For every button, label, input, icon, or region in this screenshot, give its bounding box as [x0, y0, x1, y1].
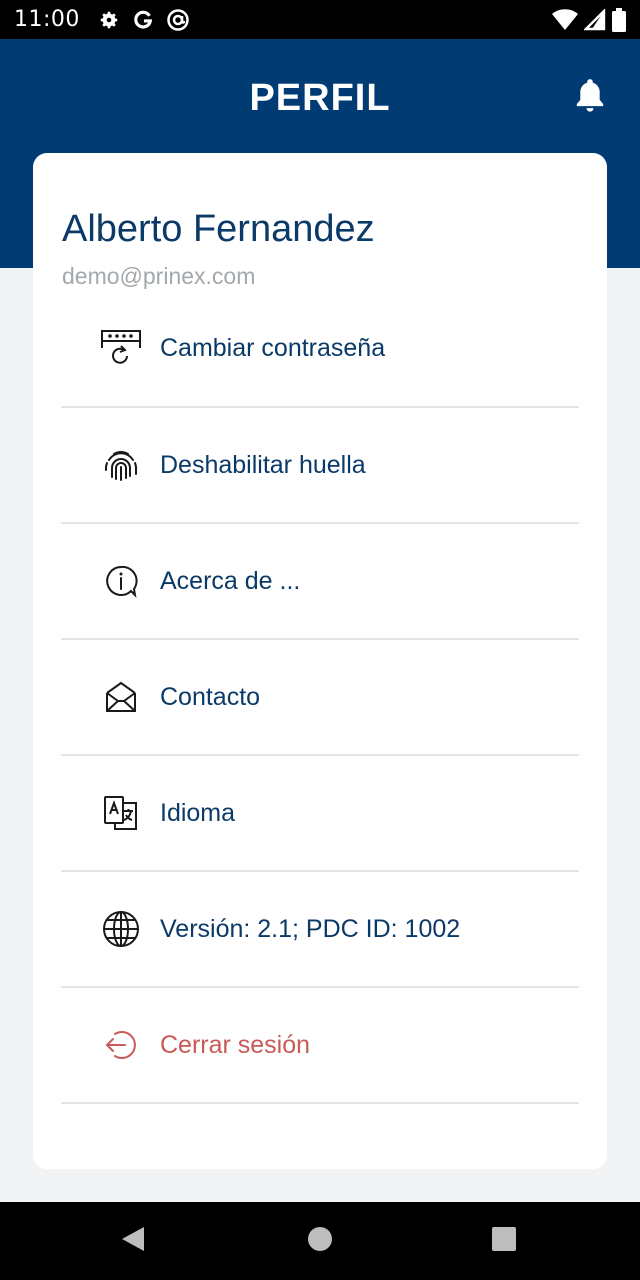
menu-item-label: Contacto	[160, 682, 261, 711]
status-time: 11:00	[14, 7, 80, 32]
menu-item-about[interactable]: Acerca de ...	[61, 524, 579, 640]
globe-icon	[97, 905, 145, 953]
logout-icon	[97, 1021, 145, 1069]
recents-button[interactable]	[474, 1211, 534, 1271]
status-bar: 11:00	[0, 0, 640, 39]
gear-icon	[98, 9, 120, 31]
user-name: Alberto Fernandez	[62, 208, 375, 250]
status-left-icons	[98, 8, 190, 32]
menu-item-contact[interactable]: Contacto	[61, 640, 579, 756]
menu-item-label: Cambiar contraseña	[160, 333, 386, 362]
signal-icon	[584, 8, 606, 31]
bell-icon[interactable]	[573, 77, 607, 118]
google-g-icon	[132, 9, 154, 31]
recents-icon[interactable]	[491, 1226, 517, 1257]
home-icon[interactable]	[307, 1226, 333, 1257]
menu-item-label: Versión: 2.1; PDC ID: 1002	[160, 914, 461, 943]
profile-menu: Cambiar contraseña Deshabilitar huella A…	[61, 290, 579, 1104]
menu-item-label: Deshabilitar huella	[160, 450, 366, 479]
menu-item-logout[interactable]: Cerrar sesión	[61, 988, 579, 1104]
back-button[interactable]	[103, 1211, 163, 1271]
user-email: demo@prinex.com	[62, 263, 256, 289]
menu-item-change-password[interactable]: Cambiar contraseña	[61, 290, 579, 408]
page-title: PERFIL	[249, 77, 391, 119]
translate-icon	[97, 789, 145, 837]
status-right-icons	[552, 7, 626, 32]
profile-card: Alberto Fernandez demo@prinex.com Cambia…	[33, 153, 607, 1169]
menu-item-language[interactable]: Idioma	[61, 756, 579, 872]
home-button[interactable]	[290, 1211, 350, 1271]
menu-item-disable-fingerprint[interactable]: Deshabilitar huella	[61, 408, 579, 524]
back-icon[interactable]	[120, 1225, 146, 1258]
at-sign-icon	[166, 8, 190, 32]
wifi-icon	[552, 8, 578, 31]
menu-item-version: Versión: 2.1; PDC ID: 1002	[61, 872, 579, 988]
info-icon	[97, 557, 145, 605]
menu-item-label: Acerca de ...	[160, 566, 301, 595]
battery-icon	[612, 7, 626, 32]
envelope-icon	[97, 673, 145, 721]
notifications-button[interactable]	[568, 75, 612, 119]
menu-item-label: Idioma	[160, 798, 236, 827]
password-change-icon	[97, 324, 145, 372]
menu-item-label: Cerrar sesión	[160, 1030, 311, 1059]
fingerprint-icon	[97, 441, 145, 489]
system-nav-bar	[0, 1202, 640, 1280]
